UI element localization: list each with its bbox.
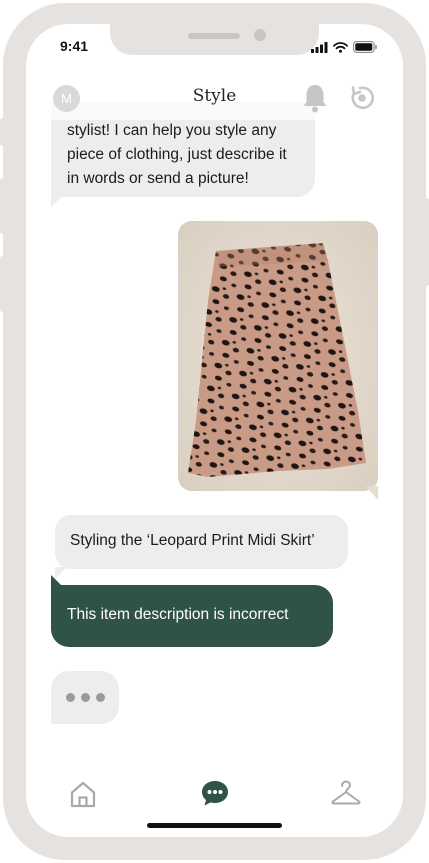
bell-icon[interactable]	[301, 82, 329, 118]
notch	[110, 24, 319, 55]
typing-dot	[95, 693, 105, 702]
screen: stylist! I can help you style any piece …	[26, 24, 403, 837]
typing-indicator	[51, 671, 119, 724]
wifi-icon	[333, 41, 348, 53]
header: M Style	[26, 76, 403, 120]
reset-icon[interactable]	[348, 84, 376, 116]
typing-dot	[80, 693, 90, 702]
side-button-power	[424, 198, 429, 286]
chat-area[interactable]: stylist! I can help you style any piece …	[26, 24, 403, 837]
skirt-photo-image	[178, 221, 378, 491]
home-indicator[interactable]	[147, 823, 282, 828]
side-button-volume-up	[0, 178, 5, 234]
uploaded-photo[interactable]	[178, 221, 378, 491]
typing-dot	[65, 693, 75, 702]
speaker	[188, 33, 240, 39]
side-button-mute	[0, 118, 5, 146]
hanger-icon[interactable]	[330, 778, 362, 812]
signal-icon	[311, 41, 328, 53]
incorrect-description-button[interactable]: This item description is incorrect	[51, 575, 333, 647]
status-icons	[311, 41, 377, 53]
camera	[254, 29, 266, 41]
styling-message: Styling the ‘Leopard Print Midi Skirt’	[55, 515, 348, 579]
side-button-volume-down	[0, 256, 5, 312]
page-title: Style	[192, 86, 237, 106]
battery-icon	[353, 41, 377, 53]
home-icon[interactable]	[68, 779, 98, 813]
photo-bubble-tail	[366, 486, 378, 500]
status-time: 9:41	[60, 38, 89, 54]
chat-icon[interactable]	[200, 778, 230, 812]
